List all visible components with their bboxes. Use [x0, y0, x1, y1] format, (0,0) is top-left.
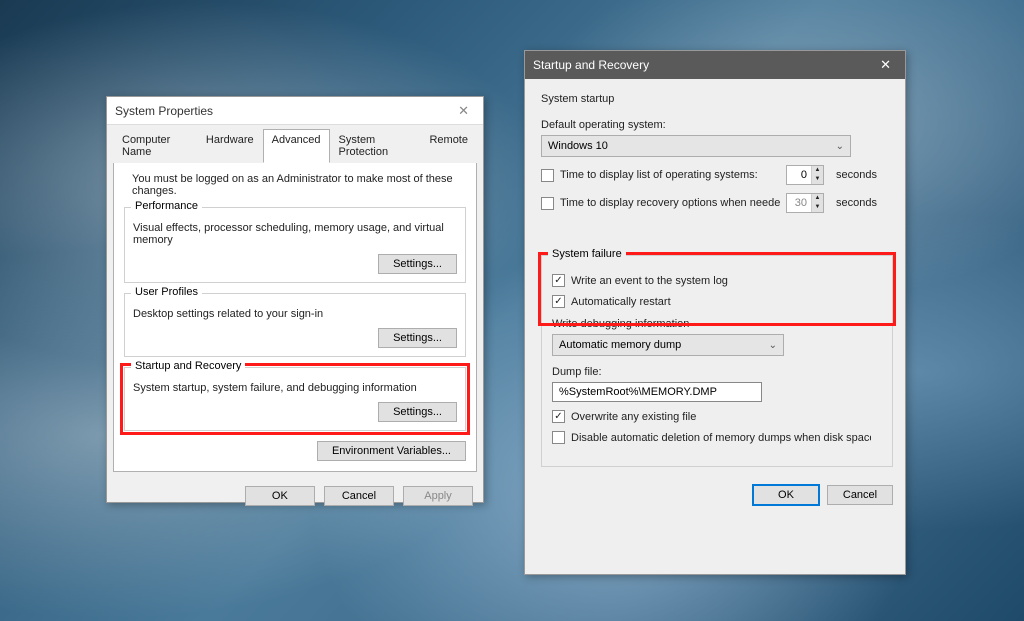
- system-properties-window: System Properties ✕ Computer Name Hardwa…: [106, 96, 484, 503]
- dump-file-input[interactable]: [552, 382, 762, 402]
- startup-recovery-title: Startup and Recovery: [131, 360, 245, 372]
- write-debug-value: Automatic memory dump: [559, 339, 681, 351]
- disable-delete-label: Disable automatic deletion of memory dum…: [571, 432, 871, 444]
- tabs-row: Computer Name Hardware Advanced System P…: [107, 125, 483, 163]
- write-debug-section: Write debugging information Automatic me…: [552, 318, 882, 444]
- user-profiles-settings-button[interactable]: Settings...: [378, 328, 457, 348]
- dialog-buttons: OK Cancel: [525, 475, 905, 515]
- startup-recovery-group: Startup and Recovery System startup, sys…: [124, 367, 466, 431]
- tab-computer-name[interactable]: Computer Name: [113, 129, 197, 163]
- time-list-value[interactable]: [787, 166, 811, 184]
- highlight-box: [538, 252, 896, 326]
- time-recovery-checkbox[interactable]: [541, 197, 554, 210]
- startup-recovery-desc: System startup, system failure, and debu…: [133, 382, 457, 394]
- spinner-buttons[interactable]: ▲▼: [811, 166, 823, 184]
- dialog-buttons: OK Cancel Apply: [107, 478, 483, 514]
- dialog-body: System startup Default operating system:…: [525, 79, 905, 475]
- system-startup-heading: System startup: [541, 93, 893, 105]
- tab-hardware[interactable]: Hardware: [197, 129, 263, 163]
- close-icon[interactable]: ✕: [874, 55, 897, 75]
- startup-recovery-window: Startup and Recovery ✕ System startup De…: [524, 50, 906, 575]
- window-title: Startup and Recovery: [533, 58, 649, 72]
- titlebar[interactable]: Startup and Recovery ✕: [525, 51, 905, 79]
- time-list-row: Time to display list of operating system…: [541, 165, 893, 185]
- tab-remote[interactable]: Remote: [420, 129, 477, 163]
- close-icon[interactable]: ✕: [452, 101, 475, 121]
- auto-restart-label: Automatically restart: [571, 296, 671, 308]
- performance-title: Performance: [131, 200, 202, 212]
- overwrite-checkbox[interactable]: ✓: [552, 410, 565, 423]
- write-event-label: Write an event to the system log: [571, 275, 728, 287]
- write-debug-combo[interactable]: Automatic memory dump ⌄: [552, 334, 784, 356]
- advanced-tab-page: You must be logged on as an Administrato…: [113, 162, 477, 472]
- overwrite-row: ✓ Overwrite any existing file: [552, 410, 882, 423]
- disable-delete-row: Disable automatic deletion of memory dum…: [552, 431, 882, 444]
- chevron-down-icon: ⌄: [836, 141, 844, 152]
- window-title: System Properties: [115, 104, 213, 118]
- write-event-row: ✓ Write an event to the system log: [552, 274, 882, 287]
- auto-restart-checkbox[interactable]: ✓: [552, 295, 565, 308]
- performance-settings-button[interactable]: Settings...: [378, 254, 457, 274]
- ok-button[interactable]: OK: [245, 486, 315, 506]
- tab-advanced[interactable]: Advanced: [263, 129, 330, 163]
- write-debug-label: Write debugging information: [552, 318, 882, 330]
- apply-button[interactable]: Apply: [403, 486, 473, 506]
- cancel-button[interactable]: Cancel: [324, 486, 394, 506]
- titlebar[interactable]: System Properties ✕: [107, 97, 483, 125]
- seconds-label: seconds: [836, 169, 877, 181]
- auto-restart-row: ✓ Automatically restart: [552, 295, 882, 308]
- performance-desc: Visual effects, processor scheduling, me…: [133, 222, 457, 246]
- tab-system-protection[interactable]: System Protection: [330, 129, 421, 163]
- default-os-label: Default operating system:: [541, 119, 893, 131]
- overwrite-label: Overwrite any existing file: [571, 411, 696, 423]
- time-recovery-row: Time to display recovery options when ne…: [541, 193, 893, 213]
- chevron-down-icon: ⌄: [769, 340, 777, 351]
- dump-file-label: Dump file:: [552, 366, 882, 378]
- cancel-button[interactable]: Cancel: [827, 485, 893, 505]
- time-recovery-value[interactable]: [787, 194, 811, 212]
- user-profiles-desc: Desktop settings related to your sign-in: [133, 308, 457, 320]
- default-os-value: Windows 10: [548, 140, 608, 152]
- disable-delete-checkbox[interactable]: [552, 431, 565, 444]
- ok-button[interactable]: OK: [753, 485, 819, 505]
- time-list-label: Time to display list of operating system…: [560, 169, 780, 181]
- default-os-combo[interactable]: Windows 10 ⌄: [541, 135, 851, 157]
- admin-note: You must be logged on as an Administrato…: [132, 173, 466, 197]
- seconds-label: seconds: [836, 197, 877, 209]
- user-profiles-title: User Profiles: [131, 286, 202, 298]
- environment-variables-button[interactable]: Environment Variables...: [317, 441, 466, 461]
- time-list-checkbox[interactable]: [541, 169, 554, 182]
- user-profiles-group: User Profiles Desktop settings related t…: [124, 293, 466, 357]
- time-recovery-spinner[interactable]: ▲▼: [786, 193, 824, 213]
- spinner-buttons[interactable]: ▲▼: [811, 194, 823, 212]
- time-recovery-label: Time to display recovery options when ne…: [560, 197, 780, 209]
- system-failure-group: System failure ✓ Write an event to the s…: [541, 255, 893, 467]
- write-event-checkbox[interactable]: ✓: [552, 274, 565, 287]
- startup-recovery-settings-button[interactable]: Settings...: [378, 402, 457, 422]
- time-list-spinner[interactable]: ▲▼: [786, 165, 824, 185]
- system-failure-heading: System failure: [548, 248, 626, 260]
- performance-group: Performance Visual effects, processor sc…: [124, 207, 466, 283]
